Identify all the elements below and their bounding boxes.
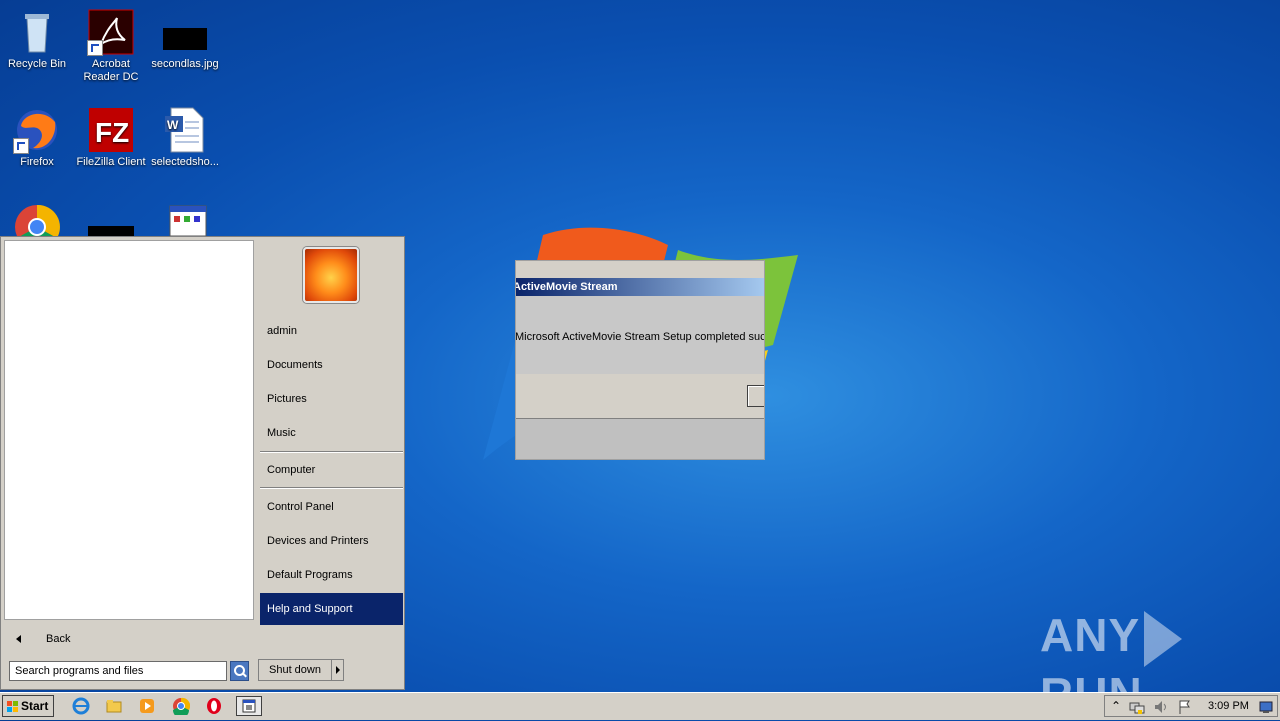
desktop-icon-label: Acrobat Reader DC <box>83 58 139 83</box>
desktop-icon-label: secondlas.jpg <box>151 58 219 70</box>
dialog-lower-panel <box>516 418 764 459</box>
dialog-ok-button[interactable] <box>747 385 764 407</box>
menu-separator <box>260 451 403 453</box>
menu-separator <box>260 487 403 489</box>
menu-item-pictures[interactable]: Pictures <box>260 385 403 413</box>
dialog-message: Microsoft ActiveMovie Stream Setup compl… <box>515 331 765 343</box>
recycle-bin-icon <box>13 8 61 56</box>
dialog-title: ActiveMovie Stream <box>515 281 618 293</box>
image-file-icon <box>161 8 209 56</box>
opera-icon[interactable] <box>205 697 223 715</box>
svg-text:W: W <box>167 118 179 132</box>
filezilla-icon: FZ <box>87 106 135 154</box>
dialog-titlebar[interactable]: ActiveMovie Stream <box>515 278 764 296</box>
desktop-icon-label: FileZilla Client <box>76 156 146 168</box>
programs-list[interactable] <box>4 240 254 620</box>
search-icon[interactable] <box>230 661 249 681</box>
start-button[interactable]: Start <box>2 695 54 717</box>
action-center-flag-icon[interactable] <box>1177 699 1193 715</box>
desktop-icon-label: Firefox <box>20 156 54 168</box>
clock[interactable]: 3:09 PM <box>1208 700 1249 712</box>
menu-item-documents[interactable]: Documents <box>260 351 403 379</box>
speaker-icon[interactable] <box>1153 699 1169 715</box>
chrome-icon[interactable] <box>172 697 190 715</box>
acrobat-icon <box>87 8 135 56</box>
taskbar: Start ⌃ 3:09 PM <box>0 692 1280 720</box>
shutdown-options-arrow-icon[interactable] <box>331 659 344 681</box>
back-arrow-icon <box>16 635 21 643</box>
media-player-icon[interactable] <box>138 697 156 715</box>
installer-icon[interactable] <box>164 202 210 236</box>
start-menu-right-pane: admin Documents Pictures Music Computer … <box>255 237 404 689</box>
windows-flag-icon <box>7 701 18 712</box>
menu-item-devices-and-printers[interactable]: Devices and Printers <box>260 527 403 555</box>
desktop-icon-acrobat[interactable]: Acrobat Reader DC <box>74 4 148 84</box>
menu-item-admin[interactable]: admin <box>260 317 403 345</box>
desktop-icon-secondlas[interactable]: secondlas.jpg <box>148 4 222 71</box>
back-button[interactable]: Back <box>4 627 254 653</box>
user-avatar[interactable] <box>303 247 359 303</box>
network-icon[interactable] <box>1129 699 1145 715</box>
desktop-icon-recycle-bin[interactable]: Recycle Bin <box>0 4 74 71</box>
window-icon[interactable] <box>236 696 262 716</box>
desktop-icon-selectedsho[interactable]: W selectedsho... <box>148 102 222 169</box>
desktop-icon-label: Recycle Bin <box>7 58 67 70</box>
desktop-icon-filezilla[interactable]: FZ FileZilla Client <box>74 102 148 169</box>
word-document-icon: W <box>161 106 209 154</box>
system-tray: ⌃ 3:09 PM <box>1104 695 1278 717</box>
explorer-icon[interactable] <box>105 697 123 715</box>
start-menu: Back Search programs and files admin Doc… <box>0 236 405 690</box>
firefox-icon <box>13 106 61 154</box>
play-logo-icon <box>1144 610 1183 667</box>
menu-item-music[interactable]: Music <box>260 419 403 447</box>
desktop-icon-label: selectedsho... <box>151 156 219 168</box>
search-input[interactable]: Search programs and files <box>9 661 227 681</box>
show-hidden-icons-icon[interactable]: ⌃ <box>1111 699 1121 713</box>
shortcut-arrow-icon <box>13 138 29 154</box>
show-desktop-icon[interactable] <box>1259 700 1273 714</box>
black-thumbnail-icon[interactable] <box>88 226 134 236</box>
menu-item-computer[interactable]: Computer <box>260 456 403 484</box>
desktop-icon-firefox[interactable]: Firefox <box>0 102 74 169</box>
menu-item-default-programs[interactable]: Default Programs <box>260 561 403 589</box>
back-label: Back <box>46 633 71 645</box>
menu-item-control-panel[interactable]: Control Panel <box>260 493 403 521</box>
shortcut-arrow-icon <box>87 40 103 56</box>
svg-text:FZ: FZ <box>95 117 129 148</box>
chrome-desktop-icon[interactable] <box>14 204 60 236</box>
internet-explorer-icon[interactable] <box>72 697 90 715</box>
shutdown-button[interactable]: Shut down <box>258 659 332 681</box>
setup-dialog: ActiveMovie Stream Microsoft ActiveMovie… <box>515 260 765 460</box>
menu-item-help-and-support[interactable]: Help and Support <box>260 593 403 625</box>
